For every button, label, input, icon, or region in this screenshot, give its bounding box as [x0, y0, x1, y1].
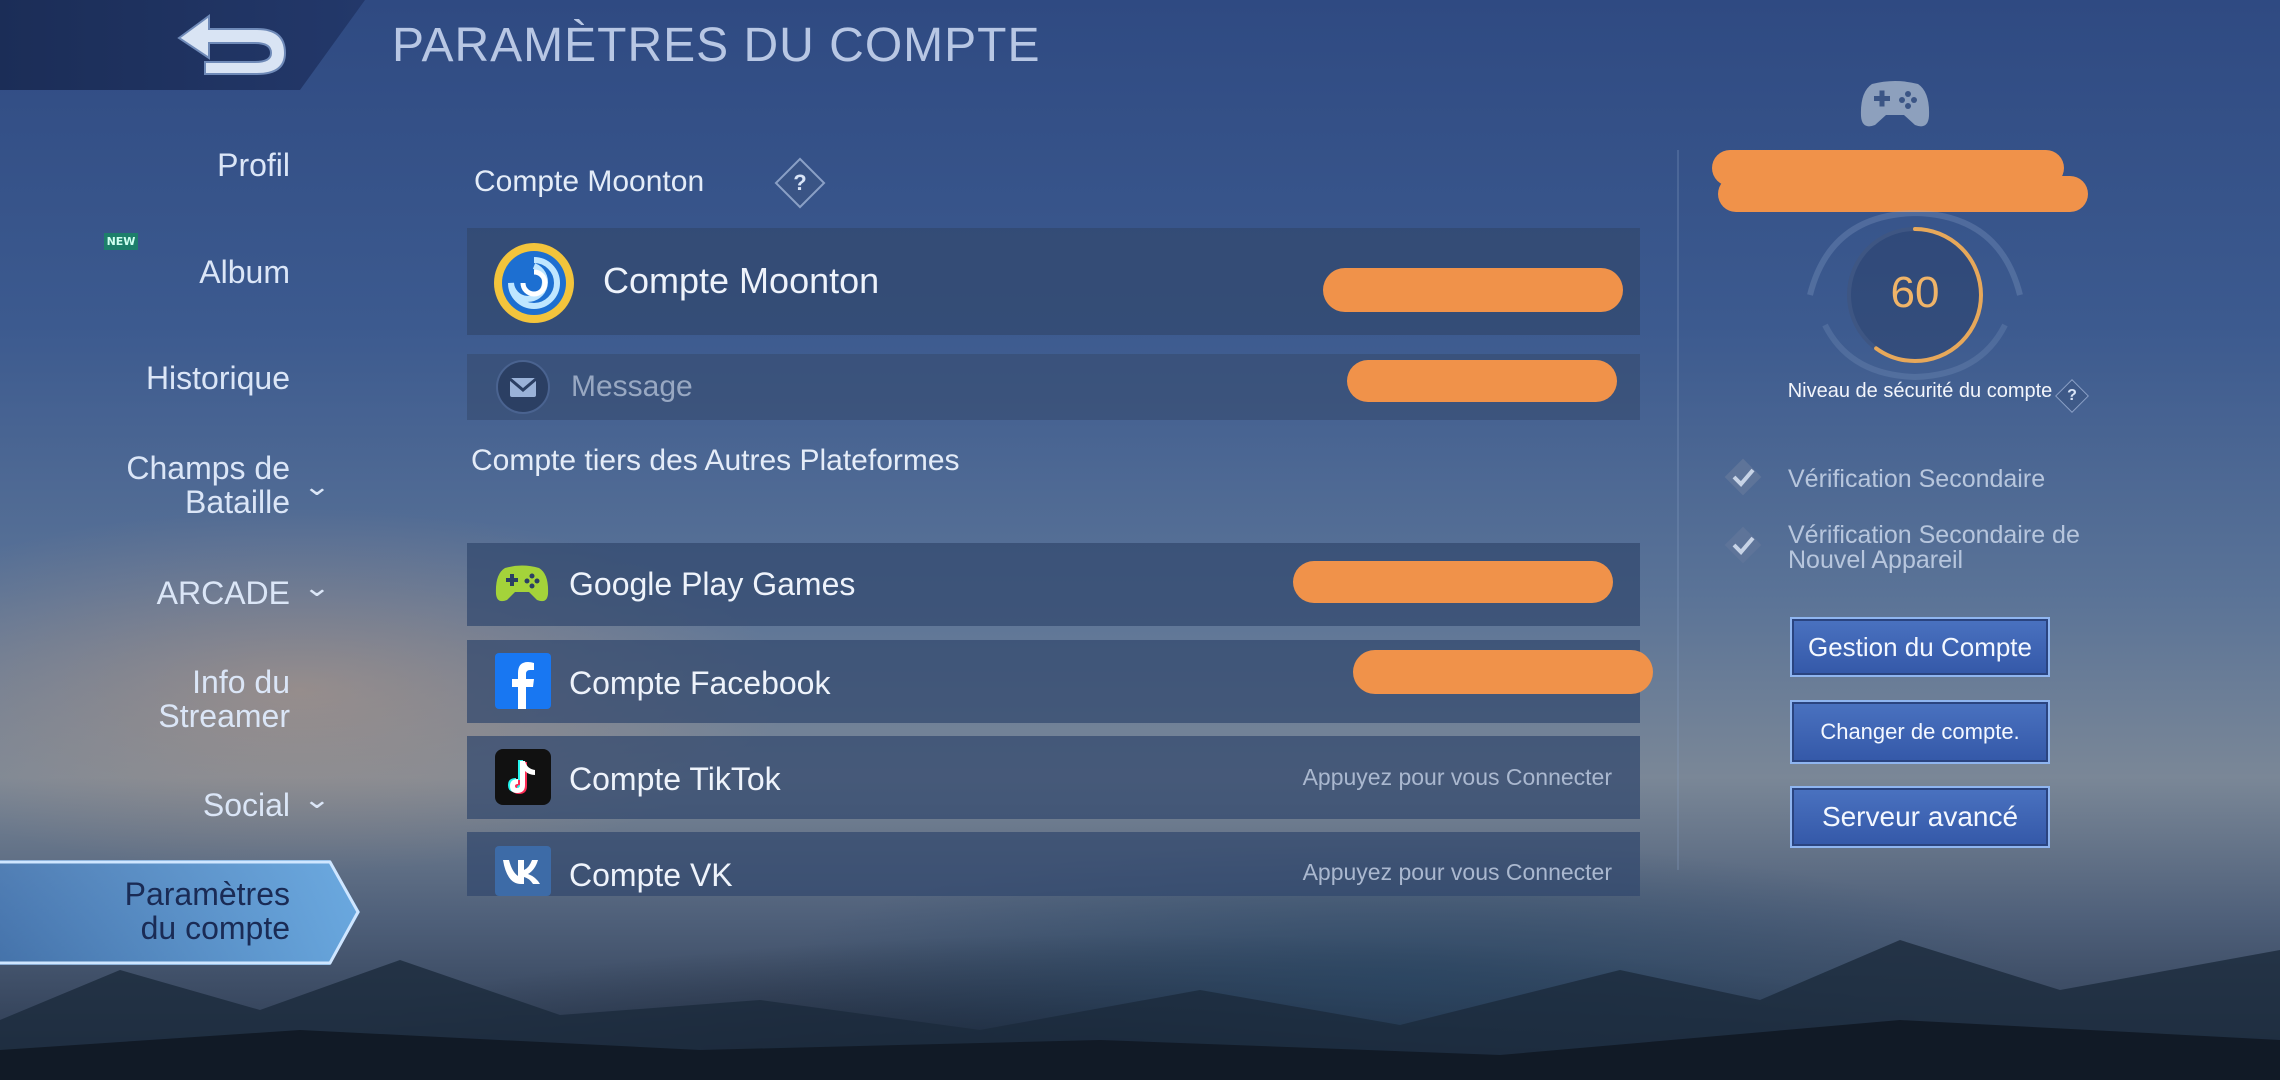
tiktok-row[interactable]: Compte TikTok Appuyez pour vous Connecte…: [467, 736, 1640, 819]
sidebar-item-info-streamer[interactable]: Info du Streamer: [158, 665, 290, 733]
verification-check-icon: [1724, 458, 1762, 496]
switch-account-button[interactable]: Changer de compte.: [1790, 700, 2050, 764]
secondary-verification-label: Vérification Secondaire: [1788, 465, 2046, 493]
sidebar-item-label: Info du: [192, 664, 290, 700]
tiktok-label: Compte TikTok: [569, 761, 781, 797]
sidebar-item-album[interactable]: Album: [199, 255, 290, 289]
page-title: PARAMÈTRES DU COMPTE: [392, 19, 1041, 72]
moonton-account-row[interactable]: Compte Moonton: [467, 228, 1640, 335]
sidebar-item-parametres-du-compte[interactable]: Paramètres du compte: [125, 877, 290, 945]
sidebar-item-label: Streamer: [158, 698, 290, 734]
redacted-info: [1353, 650, 1653, 694]
google-play-games-row[interactable]: Google Play Games: [467, 543, 1640, 626]
facebook-icon: [495, 653, 551, 709]
chevron-down-icon: ⌄: [302, 572, 332, 602]
sidebar-item-label: Bataille: [185, 484, 290, 520]
moonton-logo-icon: [494, 243, 574, 323]
gamepad-icon: [495, 565, 549, 602]
facebook-row[interactable]: Compte Facebook: [467, 640, 1653, 723]
tiktok-icon: [495, 749, 551, 805]
gamepad-icon: [1860, 81, 1930, 127]
facebook-label: Compte Facebook: [569, 665, 831, 701]
security-score-value: 60: [1890, 268, 1940, 317]
back-button[interactable]: [165, 10, 295, 80]
question-icon: ?: [793, 170, 807, 195]
verification-check-icon: [1724, 526, 1762, 564]
message-row[interactable]: Message: [467, 354, 1640, 420]
redacted-info: [1347, 360, 1617, 402]
google-play-games-label: Google Play Games: [569, 566, 856, 602]
sidebar-item-historique[interactable]: Historique: [146, 361, 290, 395]
chevron-down-icon: ⌄: [302, 471, 332, 501]
help-button[interactable]: ?: [2055, 379, 2089, 413]
sidebar-item-label: Champs de: [126, 450, 290, 486]
sidebar-item-arcade[interactable]: ARCADE: [157, 576, 290, 610]
new-device-verification-label: Vérification Secondaire de Nouvel Appare…: [1788, 523, 2080, 573]
check-label-line: Vérification Secondaire de: [1788, 521, 2080, 549]
mail-icon: [496, 360, 550, 414]
message-label: Message: [571, 370, 693, 403]
account-status: Appuyez pour vous Connecter: [1302, 764, 1612, 790]
check-label-line: Nouvel Appareil: [1788, 546, 1964, 574]
sidebar-item-profil[interactable]: Profil: [217, 148, 290, 182]
redacted-info: [1293, 561, 1613, 603]
sidebar-item-label: Paramètres: [124, 876, 290, 912]
security-level-label: Niveau de sécurité du compte: [1787, 380, 2053, 402]
third-party-section-title: Compte tiers des Autres Plateformes: [471, 444, 960, 477]
panel-divider: [1677, 150, 1679, 870]
vk-icon: [495, 846, 551, 896]
help-button[interactable]: ?: [774, 157, 826, 209]
moonton-section-title: Compte Moonton: [474, 165, 705, 198]
vk-label: Compte VK: [569, 857, 733, 893]
vk-row[interactable]: Compte VK Appuyez pour vous Connecter: [467, 832, 1640, 896]
account-status: Appuyez pour vous Connecter: [1302, 859, 1612, 885]
sidebar-item-label: du compte: [140, 910, 290, 946]
redacted-info: [1323, 268, 1623, 312]
back-arrow-icon: [177, 14, 287, 75]
sidebar-item-social[interactable]: Social: [203, 788, 290, 822]
sidebar-item-champs-de-bataille[interactable]: Champs de Bataille: [126, 451, 290, 519]
moonton-account-label: Compte Moonton: [603, 260, 880, 301]
chevron-down-icon: ⌄: [302, 784, 332, 814]
question-icon: ?: [2067, 387, 2077, 404]
account-management-button[interactable]: Gestion du Compte: [1790, 617, 2050, 677]
advanced-server-button[interactable]: Serveur avancé: [1790, 786, 2050, 848]
new-badge: NEW: [104, 233, 138, 250]
